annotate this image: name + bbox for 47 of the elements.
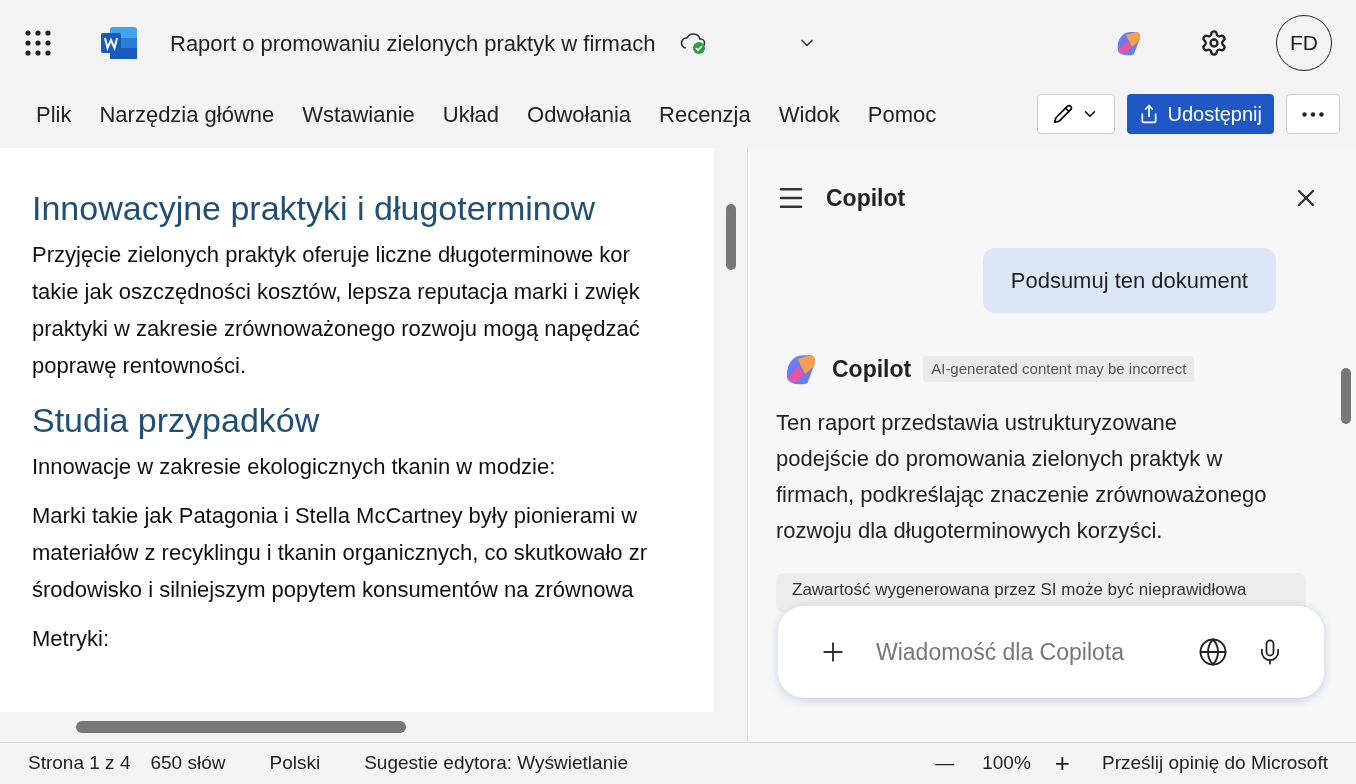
panel-scrollbar[interactable]	[1341, 368, 1351, 424]
reply-text: Ten raport przedstawia ustrukturyzowane podejście do promowania zielonych praktyk w firmach, podkreślając znaczenie zrównoważonego rozwoju dla długoterminowych korzyści.	[776, 409, 1268, 545]
document-text: materiałów z recyklingu i tkanin organicznych, co skutkowało zr	[32, 539, 649, 567]
feedback-link[interactable]: Prześlij opinię do Microsoft	[1102, 749, 1328, 778]
more-icon	[1302, 111, 1324, 117]
ribbon-tab[interactable]: Plik	[36, 97, 72, 131]
document-text: Przyjęcie zielonych praktyk oferuje liczne długoterminowe kor	[32, 241, 631, 269]
ribbon-tab[interactable]: Pomoc	[867, 97, 937, 131]
zoom-level[interactable]: 100%	[982, 749, 1031, 778]
settings-icon[interactable]	[1200, 29, 1228, 57]
zoom-out-button[interactable]: —	[935, 749, 955, 778]
document-heading: Studia przypadków	[32, 400, 321, 441]
language-indicator[interactable]: Polski	[269, 749, 321, 778]
ribbon-tab[interactable]: Recenzja	[659, 97, 751, 131]
ribbon-tab[interactable]: Narzędzia główne	[99, 97, 275, 131]
share-button[interactable]: Udostępnij	[1127, 94, 1274, 134]
panel-title: Copilot	[826, 183, 906, 213]
document-text: poprawę rentowności.	[32, 352, 247, 380]
document-text: Innowacje w zakresie ekologicznych tkanin w modzie:	[32, 453, 557, 481]
reply-author: Copilot	[832, 354, 912, 384]
document-text: środowisko i silniejszym popytem konsumentów na zrównowa	[32, 576, 635, 604]
app-launcher-icon[interactable]	[24, 29, 52, 57]
editor-suggestions[interactable]: Sugestie edytora: Wyświetlanie	[364, 749, 628, 778]
page-count[interactable]: Strona 1 z 4	[28, 749, 131, 778]
editing-mode-button[interactable]	[1037, 94, 1116, 134]
user-message-bubble: Podsumuj ten dokument	[982, 248, 1276, 313]
more-options-button[interactable]	[1286, 94, 1340, 134]
word-count[interactable]: 650 słów	[150, 749, 226, 778]
message-input[interactable]: Wiadomość dla Copilota	[876, 634, 1170, 670]
ribbon-tab[interactable]: Odwołania	[527, 97, 631, 131]
ai-disclaimer-badge: AI-generated content may be incorrect	[923, 355, 1195, 383]
document-text: praktyki w zakresie zrównoważonego rozwoju mogą napędzać	[32, 315, 641, 343]
document-text: Metryki:	[32, 625, 110, 653]
document-text: takie jak oszczędności kosztów, lepsza reputacja marki i zwięk	[32, 278, 641, 306]
word-logo-icon	[100, 26, 138, 60]
ribbon-tab[interactable]: Układ	[442, 97, 500, 131]
pencil-icon	[1053, 104, 1074, 124]
ribbon-tab[interactable]: Widok	[778, 97, 840, 131]
zoom-in-button[interactable]: +	[1054, 744, 1070, 783]
document-title[interactable]: Raport o promowaniu zielonych praktyk w firmach	[170, 26, 656, 60]
globe-icon[interactable]	[1198, 637, 1228, 667]
document-text: Marki takie jak Patagonia i Stella McCartney były pionierami w	[32, 502, 639, 530]
vertical-scrollbar[interactable]	[725, 204, 736, 270]
ribbon-tab[interactable]: Wstawianie	[302, 97, 415, 131]
share-icon	[1139, 104, 1160, 124]
horizontal-scrollbar[interactable]	[76, 721, 406, 733]
document-heading: Innowacyjne praktyki i długoterminow	[32, 188, 597, 229]
